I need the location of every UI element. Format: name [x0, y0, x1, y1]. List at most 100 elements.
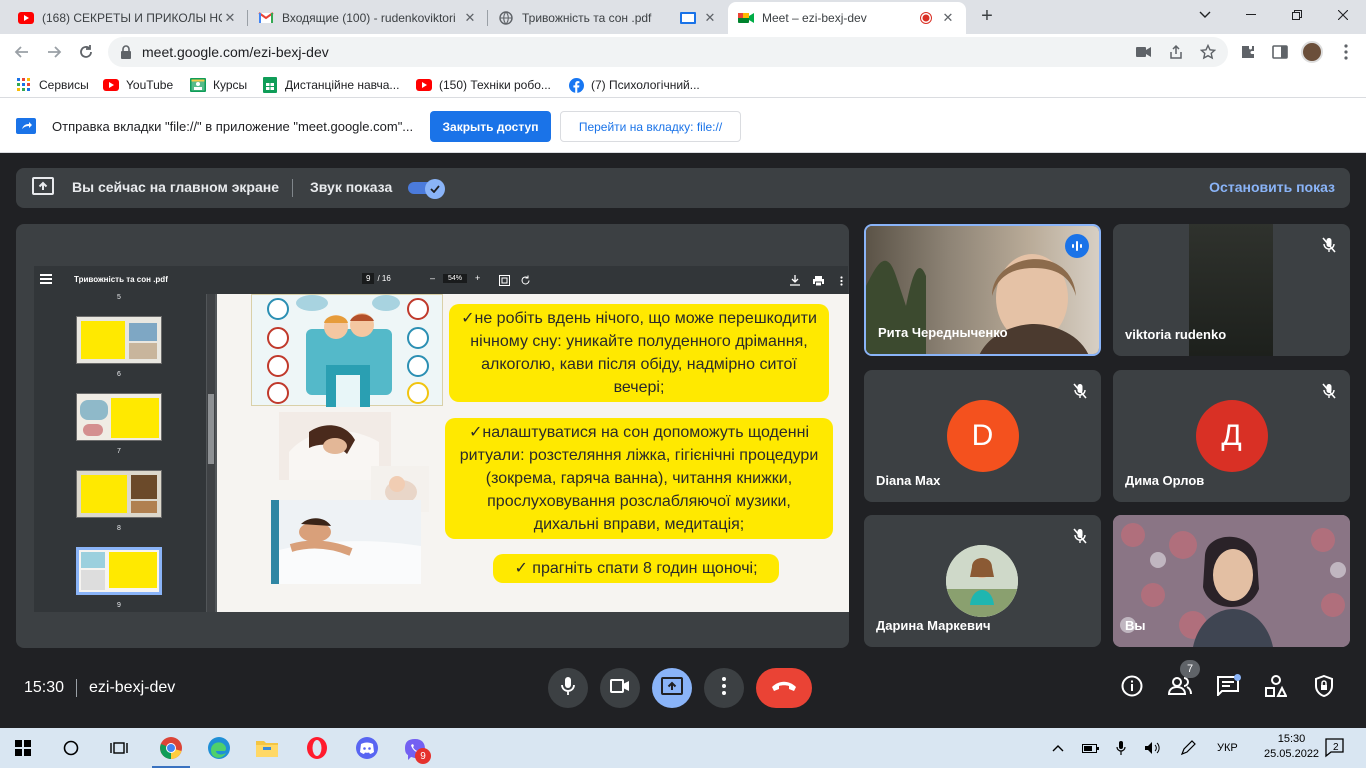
apps-grid-icon	[16, 77, 32, 93]
tab-youtube[interactable]: (168) СЕКРЕТЫ И ПРИКОЛЫ НОВ ✕	[8, 2, 248, 34]
leave-call-button[interactable]	[756, 668, 812, 708]
thumb-number: 5	[117, 294, 121, 301]
taskbar-chrome[interactable]	[148, 732, 194, 768]
screen: (168) СЕКРЕТЫ И ПРИКОЛЫ НОВ ✕ Входящие (…	[0, 0, 1366, 768]
taskbar-file-explorer[interactable]	[244, 732, 290, 768]
chrome-menu-icon[interactable]	[1336, 42, 1356, 62]
participant-tile[interactable]: Рита Чередныченко	[864, 224, 1101, 356]
activities-button[interactable]	[1264, 674, 1288, 700]
microphone-button[interactable]	[548, 668, 588, 708]
bookmark-star-icon[interactable]	[1199, 43, 1217, 61]
participant-tile-self[interactable]: Вы	[1113, 515, 1350, 647]
reload-button[interactable]	[74, 40, 98, 64]
youtube-icon	[416, 77, 432, 93]
infobar-message: Отправка вкладки "file://" в приложение …	[52, 119, 414, 134]
sleeping-man-photo	[271, 500, 421, 584]
windows-taskbar: 9 УКР 15:30 25.05.2022 2	[0, 728, 1366, 768]
youtube-icon	[18, 10, 34, 26]
microphone-tray-icon[interactable]	[1116, 740, 1126, 756]
tab-meet[interactable]: Meet – ezi-bexj-dev ✕	[728, 2, 966, 34]
lock-icon[interactable]	[120, 45, 132, 64]
participant-tile[interactable]: viktoria rudenko	[1113, 224, 1350, 356]
close-window-button[interactable]	[1320, 0, 1366, 30]
close-icon[interactable]: ✕	[940, 10, 956, 26]
more-options-button[interactable]	[704, 668, 744, 708]
restore-button[interactable]	[1274, 0, 1320, 30]
more-vert-icon	[722, 676, 726, 700]
url-text: meet.google.com/ezi-bexj-dev	[142, 44, 329, 60]
tab-pdf[interactable]: Тривожність та сон .pdf ✕	[488, 2, 728, 34]
slide-text-block-1: ✓не робіть вдень нічого, що може перешко…	[449, 304, 829, 402]
pen-icon[interactable]	[1180, 740, 1196, 756]
meeting-details-button[interactable]	[1120, 675, 1144, 702]
camera-button[interactable]	[600, 668, 640, 708]
bookmark-courses[interactable]: Курсы	[190, 76, 247, 94]
tab-gmail[interactable]: Входящие (100) - rudenkoviktori ✕	[248, 2, 488, 34]
participant-name: Рита Чередныченко	[878, 325, 1008, 340]
volume-icon[interactable]	[1144, 740, 1162, 756]
search-button[interactable]	[48, 732, 94, 768]
camera-in-use-icon[interactable]	[1135, 43, 1153, 61]
bookmark-youtube[interactable]: YouTube	[103, 76, 173, 94]
share-audio-toggle[interactable]	[408, 179, 445, 199]
task-view-button[interactable]	[96, 732, 142, 768]
address-bar[interactable]: meet.google.com/ezi-bexj-dev	[108, 37, 1228, 67]
close-icon[interactable]: ✕	[462, 10, 478, 26]
present-screen-icon	[661, 676, 683, 700]
mic-off-icon	[1320, 236, 1338, 254]
bookmark-techniques[interactable]: (150) Техніки робо...	[416, 76, 551, 94]
bookmark-distance-learning[interactable]: Дистанційне навча...	[262, 76, 399, 94]
close-icon[interactable]: ✕	[702, 10, 718, 26]
info-icon	[1121, 675, 1143, 702]
chrome-icon	[159, 736, 183, 765]
taskbar-discord[interactable]	[344, 732, 390, 768]
discord-icon	[355, 736, 379, 765]
taskbar-opera[interactable]	[294, 732, 340, 768]
new-tab-button[interactable]: +	[976, 6, 998, 28]
pdf-zoom-controls: – 54% +	[430, 273, 480, 283]
taskbar-viber[interactable]: 9	[392, 732, 438, 768]
participant-tile[interactable]: D Diana Max	[864, 370, 1101, 502]
more-icon	[840, 273, 849, 286]
participant-name: viktoria rudenko	[1125, 327, 1227, 342]
side-panel-icon[interactable]	[1270, 42, 1290, 62]
taskbar-clock[interactable]: 15:30 25.05.2022	[1264, 732, 1319, 762]
participant-tile[interactable]: Д Дима Орлов	[1113, 370, 1350, 502]
minimize-button[interactable]	[1228, 0, 1274, 30]
tab-title: Входящие (100) - rudenkoviktori	[282, 11, 456, 25]
battery-icon[interactable]	[1082, 740, 1100, 756]
meeting-controls-bar: 15:30 ezi-bexj-dev	[0, 652, 1366, 728]
sleep-illustration	[251, 294, 443, 407]
start-button[interactable]	[0, 732, 46, 768]
folder-icon	[255, 738, 279, 763]
language-indicator[interactable]: УКР	[1217, 740, 1238, 756]
notification-center-button[interactable]: 2	[1325, 738, 1347, 758]
host-controls-button[interactable]	[1312, 674, 1336, 700]
switch-to-tab-button[interactable]: Перейти на вкладку: file://	[560, 111, 741, 142]
back-button[interactable]	[10, 40, 34, 64]
profile-avatar[interactable]	[1301, 41, 1323, 63]
extensions-icon[interactable]	[1238, 42, 1258, 62]
people-button[interactable]	[1167, 676, 1192, 700]
participant-avatar: Д	[1195, 400, 1268, 472]
youtube-icon	[103, 77, 119, 93]
present-now-button[interactable]	[652, 668, 692, 708]
bookmark-services[interactable]: Сервисы	[16, 76, 89, 94]
bookmark-label: Сервисы	[39, 78, 89, 92]
forward-button[interactable]	[42, 40, 66, 64]
participant-tile[interactable]: Дарина Маркевич	[864, 515, 1101, 647]
tab-search-button[interactable]	[1182, 0, 1228, 30]
facebook-icon	[568, 77, 584, 93]
stop-presenting-button[interactable]: Остановить показ	[1209, 179, 1335, 195]
show-hidden-icons[interactable]	[1052, 740, 1064, 756]
bookmark-psychological[interactable]: (7) Психологічний...	[568, 76, 700, 94]
participant-video	[1113, 515, 1350, 647]
close-icon[interactable]: ✕	[222, 10, 238, 26]
chat-notification-dot	[1234, 674, 1241, 681]
camera-icon	[610, 678, 630, 698]
taskbar-edge[interactable]	[196, 732, 242, 768]
mic-off-icon	[1071, 527, 1089, 545]
share-icon[interactable]	[1167, 43, 1185, 61]
stop-sharing-button[interactable]: Закрыть доступ	[430, 111, 551, 142]
pdf-thumbnail-selected	[76, 547, 162, 595]
